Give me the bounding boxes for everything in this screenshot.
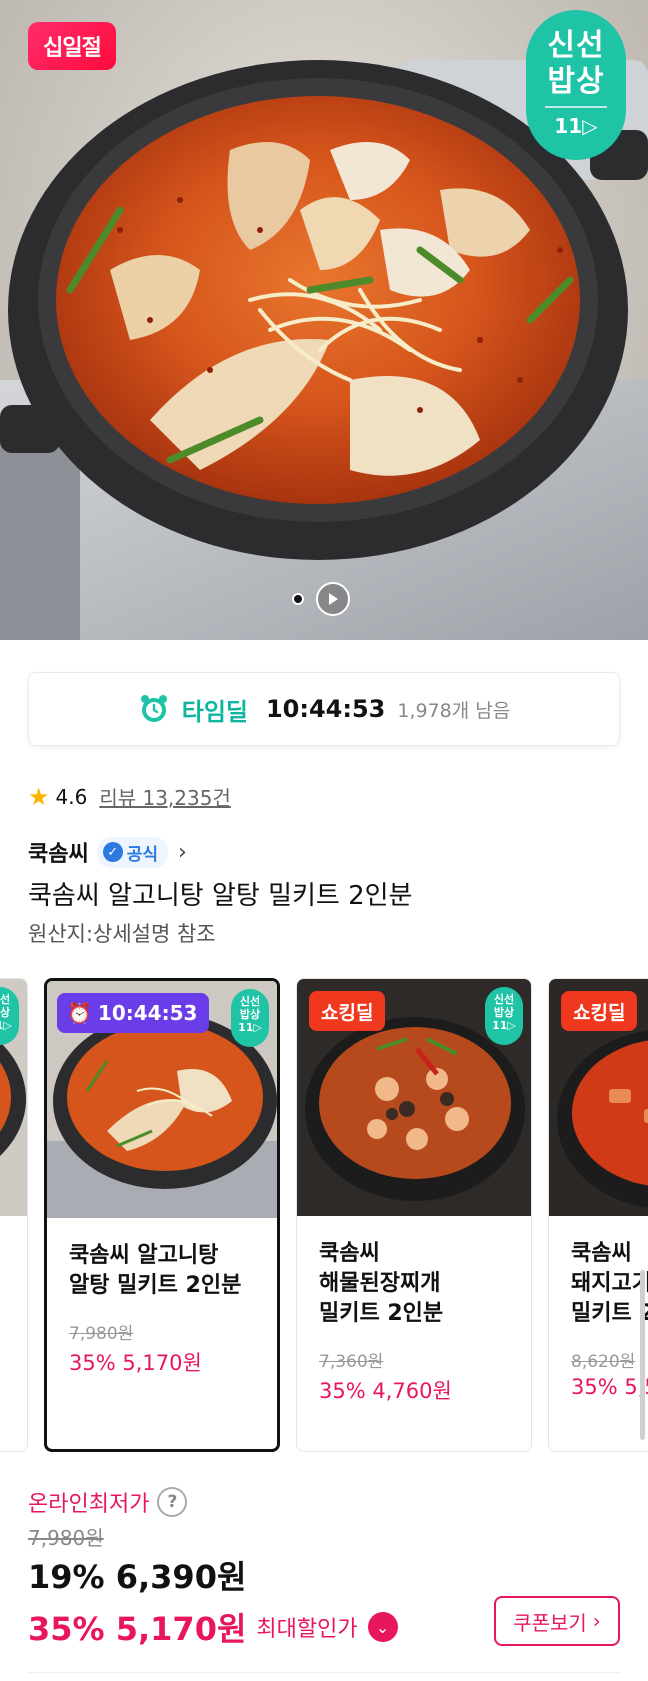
product-card-original-price: 8,620원 bbox=[571, 1352, 636, 1372]
event-badge: 십일절 bbox=[28, 22, 116, 70]
seller-name: 쿡솜씨 bbox=[28, 842, 89, 867]
discount-price: 19% 6,390원 bbox=[28, 1558, 247, 1596]
alarm-clock-icon bbox=[140, 695, 167, 722]
timedeal-countdown: 10:44:53 bbox=[265, 695, 386, 723]
product-card-name: 쿡솜씨 돼지고기 밀키트 2 bbox=[571, 1241, 648, 1326]
view-coupon-button[interactable]: 쿠폰보기 › bbox=[494, 1596, 620, 1646]
related-products-carousel[interactable]: 신선밥상11▷ ⏰ 10:44:53 신선밥상11▷ 쿡솜씨 알고니탕 알탕 밀… bbox=[0, 978, 648, 1454]
product-card-partial-left[interactable]: 신선밥상11▷ bbox=[0, 978, 28, 1452]
product-origin: 원산지:상세설명 참조 bbox=[28, 922, 216, 946]
chevron-down-icon[interactable]: ⌄ bbox=[367, 1612, 398, 1642]
best-price-row: 35% 5,170원 최대할인가 ⌄ bbox=[28, 1604, 398, 1650]
section-divider bbox=[28, 1672, 620, 1673]
product-title: 쿡솜씨 알고니탕 알탕 밀키트 2인분 bbox=[28, 881, 413, 911]
timedeal-label: 타임딜 bbox=[181, 697, 248, 726]
original-price: 7,980원 bbox=[28, 1526, 104, 1550]
product-card-original-price: 7,980원 bbox=[69, 1324, 134, 1344]
fresh-table-badge: 신선 밥상 11▷ bbox=[526, 10, 626, 160]
play-icon bbox=[329, 593, 338, 605]
fresh-mini-badge: 신선밥상11▷ bbox=[485, 987, 523, 1045]
best-price-label: 최대할인가 bbox=[256, 1617, 358, 1642]
product-card-sale-price: 35% 4,760원 bbox=[319, 1379, 452, 1403]
timedeal-tag: ⏰ 10:44:53 bbox=[57, 993, 210, 1033]
seller-link[interactable]: 쿡솜씨 ✓ 공식 › bbox=[28, 836, 187, 868]
chevron-right-icon: › bbox=[178, 839, 187, 865]
review-count-link[interactable]: 리뷰 13,235건 bbox=[99, 782, 231, 811]
product-card-partial-right[interactable]: 쇼킹딜 쿡솜씨 돼지고기 밀키트 2 8,620원 35% 5,5 bbox=[548, 978, 648, 1452]
timedeal-remaining: 1,978개 남음 bbox=[397, 699, 511, 722]
rating-row: ★ 4.6 리뷰 13,235건 bbox=[28, 782, 231, 811]
lowest-price-row: 온라인최저가 ? bbox=[28, 1486, 188, 1518]
product-hero-image[interactable]: 십일절 신선 밥상 11▷ bbox=[0, 0, 648, 640]
fresh-badge-line2: 밥상 bbox=[547, 64, 605, 99]
product-card[interactable]: 쇼킹딜 신선 밥상 11▷ 쿡솜씨 해물된장찌개 밀키트 2인분 7,360원 35… bbox=[296, 978, 532, 1452]
verified-check-icon: ✓ bbox=[102, 842, 123, 862]
best-price-amount: 35% 5,170원 bbox=[28, 1610, 247, 1648]
product-card-original-price: 7,360원 bbox=[319, 1352, 384, 1372]
fresh-badge-divider bbox=[545, 106, 607, 108]
product-card-sale-price: 35% 5,5 bbox=[571, 1375, 648, 1399]
rating-score: 4.6 bbox=[55, 784, 88, 809]
help-icon[interactable]: ? bbox=[157, 1487, 188, 1517]
timedeal-bar: 타임딜 10:44:53 1,978개 남음 bbox=[28, 672, 620, 746]
shocking-deal-tag: 쇼킹딜 bbox=[309, 991, 386, 1031]
video-play-button[interactable] bbox=[316, 582, 350, 616]
product-card-name: 쿡솜씨 알고니탕 알탕 밀키트 2인분 bbox=[69, 1243, 242, 1298]
fresh-badge-logo: 11▷ bbox=[554, 114, 598, 138]
fresh-badge-line1: 신선 bbox=[547, 28, 605, 63]
page-scrollbar[interactable] bbox=[640, 1270, 645, 1440]
alarm-clock-icon: ⏰ bbox=[67, 1001, 92, 1025]
product-card-sale-price: 35% 5,170원 bbox=[69, 1351, 202, 1375]
shocking-deal-tag: 쇼킹딜 bbox=[561, 991, 638, 1031]
fresh-mini-badge: 신선밥상11▷ bbox=[231, 989, 269, 1047]
carousel-dot-active[interactable] bbox=[292, 593, 304, 605]
lowest-price-label: 온라인최저가 bbox=[28, 1492, 150, 1517]
official-badge-label: 공식 bbox=[126, 844, 159, 865]
chevron-right-icon: › bbox=[592, 1609, 601, 1633]
view-coupon-label: 쿠폰보기 bbox=[513, 1610, 587, 1635]
star-icon: ★ bbox=[28, 782, 50, 811]
product-card-name: 쿡솜씨 해물된장찌개 밀키트 2인분 bbox=[319, 1241, 444, 1326]
carousel-indicator bbox=[292, 582, 350, 616]
timedeal-tag-time: 10:44:53 bbox=[97, 1001, 198, 1025]
official-badge: ✓ 공식 bbox=[96, 836, 169, 868]
product-card-current[interactable]: ⏰ 10:44:53 신선 밥상 11▷ 쿡솜씨 알고니탕 알탕 밀키트 2인분 7… bbox=[44, 978, 280, 1452]
